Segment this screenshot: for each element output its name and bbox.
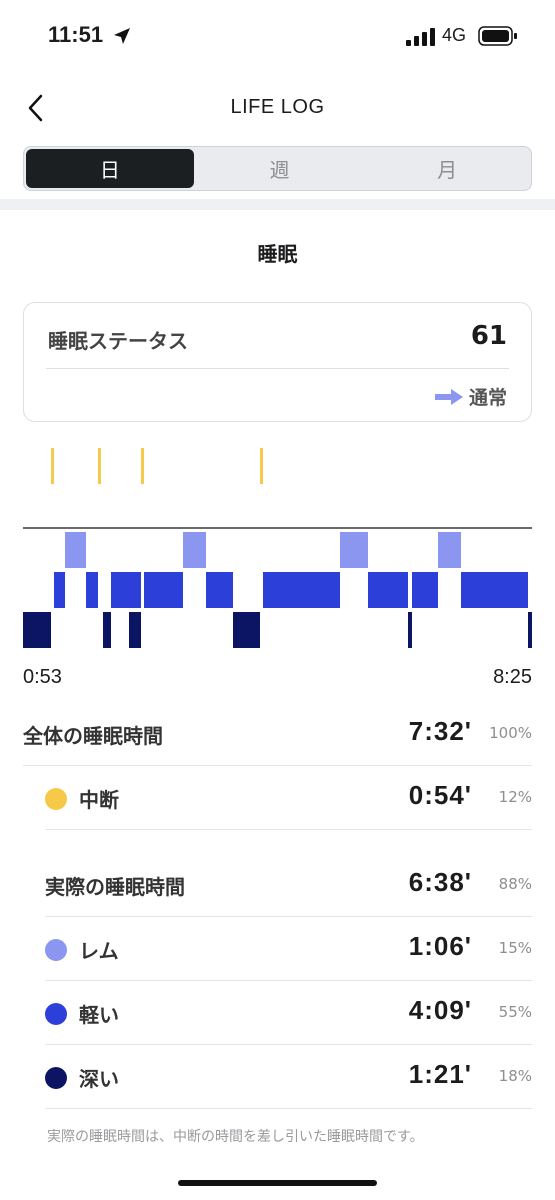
total-sleep-row: 全体の睡眠時間 7:32' 100%	[23, 702, 532, 766]
rem-label-group: レム	[45, 935, 119, 964]
deep-bar	[129, 612, 141, 648]
rem-pct: 15%	[498, 939, 532, 957]
deep-bar	[408, 612, 412, 648]
location-arrow-icon	[114, 28, 130, 44]
light-bar	[206, 572, 233, 608]
rem-bar	[438, 532, 461, 568]
header: LIFE LOG	[0, 80, 555, 135]
total-sleep-pct: 100%	[489, 724, 532, 742]
tab-day[interactable]: 日	[26, 149, 194, 188]
footnote: 実際の睡眠時間は、中断の時間を差し引いた睡眠時間です。	[47, 1129, 424, 1145]
light-dot	[45, 1002, 67, 1025]
light-bar	[412, 572, 438, 608]
interrupt-row: 中断 0:54' 12%	[23, 766, 532, 830]
deep-dot	[45, 1066, 67, 1089]
page-title: LIFE LOG	[230, 96, 325, 118]
tab-month[interactable]: 月	[363, 147, 531, 190]
signal-icon	[406, 28, 435, 46]
deep-bar	[233, 612, 260, 648]
sleep-status-label: 睡眠ステータス	[48, 329, 188, 353]
deep-pct: 18%	[498, 1067, 532, 1085]
arrow-right-icon	[434, 388, 463, 405]
light-bar	[263, 572, 340, 608]
total-sleep-label: 全体の睡眠時間	[23, 724, 163, 748]
sleep-status-card: 睡眠ステータス 61 通常	[23, 302, 532, 422]
rem-row: レム 1:06' 15%	[23, 917, 532, 981]
light-row: 軽い 4:09' 55%	[23, 981, 532, 1045]
deep-label-group: 深い	[45, 1063, 119, 1092]
light-bar	[86, 572, 98, 608]
light-label-group: 軽い	[45, 999, 119, 1028]
interrupt-label: 中断	[79, 788, 119, 812]
card-divider	[46, 368, 509, 369]
interrupt-bar	[51, 448, 54, 484]
actual-sleep-label: 実際の睡眠時間	[45, 875, 185, 899]
row-divider	[45, 829, 532, 830]
chart-start-time: 0:53	[23, 666, 62, 688]
actual-sleep-row: 実際の睡眠時間 6:38' 88%	[23, 853, 532, 917]
light-value: 4:09'	[408, 995, 472, 1025]
trend-label: 通常	[468, 387, 507, 409]
rem-dot	[45, 938, 67, 961]
network-type: 4G	[442, 25, 467, 45]
rem-label: レム	[79, 939, 119, 963]
deep-bar	[103, 612, 111, 648]
rem-bar	[65, 532, 86, 568]
interrupt-dot	[45, 787, 67, 810]
light-bar	[144, 572, 183, 608]
actual-sleep-value: 6:38'	[408, 867, 472, 897]
total-sleep-value: 7:32'	[408, 716, 472, 746]
deep-label: 深い	[79, 1067, 119, 1091]
deep-row: 深い 1:21' 18%	[23, 1045, 532, 1109]
status-time: 11:51	[48, 22, 104, 47]
rem-bar	[183, 532, 206, 568]
home-indicator[interactable]	[178, 1180, 377, 1186]
section-divider	[0, 199, 555, 210]
sleep-status-score: 61	[470, 321, 507, 351]
row-divider	[45, 1108, 532, 1109]
sleep-status-trend: 通常	[434, 383, 507, 410]
light-label: 軽い	[79, 1003, 119, 1027]
interrupt-value: 0:54'	[408, 780, 472, 810]
status-bar: 11:51 4G	[0, 0, 555, 72]
interrupt-bar	[141, 448, 144, 484]
period-tabs: 日 週 月	[23, 146, 532, 191]
light-bar	[368, 572, 408, 608]
deep-bar	[23, 612, 51, 648]
chart-end-time: 8:25	[493, 666, 532, 688]
tab-week[interactable]: 週	[196, 147, 364, 190]
deep-value: 1:21'	[408, 1059, 472, 1089]
deep-bar	[528, 612, 532, 648]
actual-sleep-pct: 88%	[498, 875, 532, 893]
battery-icon	[478, 26, 517, 46]
light-bar	[54, 572, 65, 608]
interrupt-bar	[260, 448, 263, 484]
sleep-hypnogram-chart	[23, 448, 532, 648]
interrupt-pct: 12%	[498, 788, 532, 806]
interrupt-bar	[98, 448, 101, 484]
section-title: 睡眠	[257, 242, 298, 266]
light-bar	[111, 572, 141, 608]
rem-bar	[340, 532, 368, 568]
light-bar	[461, 572, 528, 608]
interrupt-label-group: 中断	[45, 784, 119, 813]
rem-value: 1:06'	[408, 931, 472, 961]
light-pct: 55%	[498, 1003, 532, 1021]
